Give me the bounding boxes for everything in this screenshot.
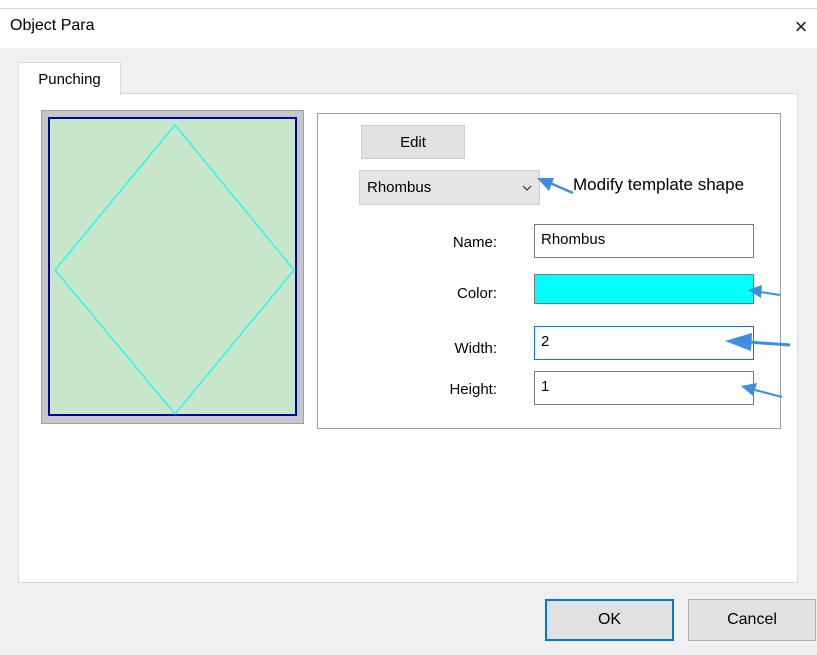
shape-select-value: Rhombus	[367, 179, 432, 196]
chevron-down-icon	[521, 176, 533, 201]
shape-preview	[41, 110, 304, 424]
edit-button[interactable]: Edit	[361, 125, 465, 159]
width-input[interactable]: 2	[534, 326, 754, 360]
color-label: Color:	[456, 285, 497, 302]
close-button[interactable]: ×	[788, 14, 814, 40]
ok-button[interactable]: OK	[545, 599, 674, 641]
title-bar-border	[0, 8, 817, 9]
annotation-modify-template: Modify template shape	[573, 175, 745, 194]
preview-frame	[48, 117, 297, 416]
edit-button-label: Edit	[400, 133, 426, 151]
tab-label: Punching	[38, 70, 101, 88]
color-swatch[interactable]	[534, 274, 754, 304]
height-input[interactable]: 1	[534, 371, 754, 405]
height-label: Height:	[449, 381, 497, 398]
cancel-button[interactable]: Cancel	[688, 599, 816, 641]
name-label: Name:	[452, 234, 497, 251]
ok-button-label: OK	[597, 611, 622, 628]
close-icon: ×	[794, 14, 808, 39]
width-value: 2	[541, 333, 550, 350]
preview-canvas	[48, 117, 297, 416]
name-value: Rhombus	[541, 231, 606, 248]
height-value: 1	[541, 378, 550, 395]
title-bar: Object Para ×	[0, 0, 817, 48]
shape-template-select[interactable]: Rhombus	[359, 170, 540, 205]
width-label: Width:	[454, 340, 497, 357]
name-input[interactable]: Rhombus	[534, 224, 754, 258]
tab-punching[interactable]: Punching	[18, 62, 121, 95]
dialog-title: Object Para	[10, 17, 95, 34]
cancel-button-label: Cancel	[727, 611, 777, 628]
